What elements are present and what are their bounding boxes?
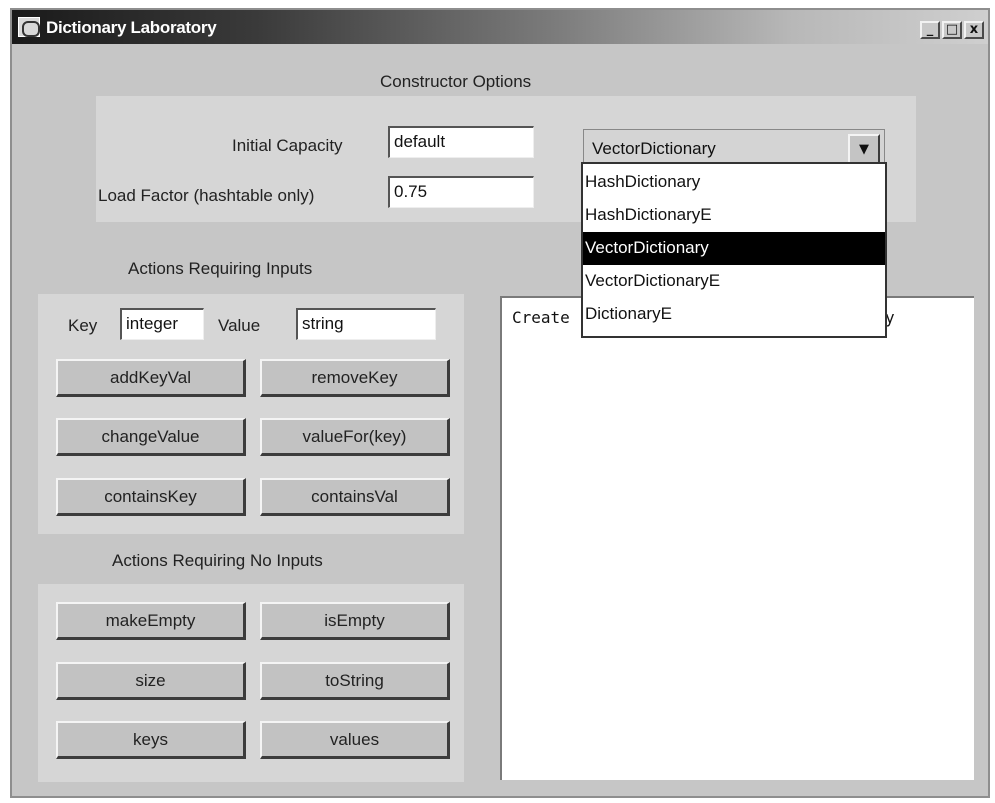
output-text-area[interactable]: Create y	[500, 296, 974, 780]
inputs-section-heading: Actions Requiring Inputs	[128, 259, 313, 278]
chevron-down-icon[interactable]: ▼	[848, 134, 880, 164]
contains-key-button[interactable]: containsKey	[56, 478, 246, 516]
values-button[interactable]: values	[260, 721, 450, 759]
java-cup-icon[interactable]	[18, 17, 40, 37]
value-label: Value	[218, 316, 261, 335]
dropdown-option-hash-dictionary-e[interactable]: HashDictionaryE	[583, 199, 885, 232]
dropdown-option-vector-dictionary-e[interactable]: VectorDictionaryE	[583, 265, 885, 298]
load-factor-field[interactable]: 0.75	[388, 176, 534, 208]
size-button[interactable]: size	[56, 662, 246, 700]
contains-val-button[interactable]: containsVal	[260, 478, 450, 516]
dropdown-option-dictionary-e[interactable]: DictionaryE	[583, 298, 885, 331]
key-field[interactable]: integer	[120, 308, 204, 340]
window-title: Dictionary Laboratory	[46, 18, 217, 37]
dropdown-option-hash-dictionary[interactable]: HashDictionary	[583, 166, 885, 199]
value-for-key-button[interactable]: valueFor(key)	[260, 418, 450, 456]
add-key-val-button[interactable]: addKeyVal	[56, 359, 246, 397]
dictionary-type-selected: VectorDictionary	[592, 139, 716, 158]
maximize-button[interactable]: □	[942, 21, 962, 39]
minimize-button[interactable]: _	[920, 21, 940, 39]
constructor-options-heading: Constructor Options	[380, 72, 532, 91]
keys-button[interactable]: keys	[56, 721, 246, 759]
to-string-button[interactable]: toString	[260, 662, 450, 700]
close-button[interactable]: x	[964, 21, 984, 39]
no-inputs-section-heading: Actions Requiring No Inputs	[112, 551, 323, 570]
output-text-start: Create	[512, 308, 570, 327]
value-field[interactable]: string	[296, 308, 436, 340]
dictionary-type-dropdown-list: HashDictionary HashDictionaryE VectorDic…	[581, 162, 887, 338]
dropdown-option-vector-dictionary[interactable]: VectorDictionary	[583, 232, 885, 265]
change-value-button[interactable]: changeValue	[56, 418, 246, 456]
remove-key-button[interactable]: removeKey	[260, 359, 450, 397]
is-empty-button[interactable]: isEmpty	[260, 602, 450, 640]
initial-capacity-field[interactable]: default	[388, 126, 534, 158]
title-bar[interactable]: Dictionary Laboratory _ □ x	[12, 10, 988, 44]
load-factor-label: Load Factor (hashtable only)	[98, 186, 315, 205]
key-label: Key	[68, 316, 98, 335]
initial-capacity-label: Initial Capacity	[232, 136, 343, 155]
main-window: Dictionary Laboratory _ □ x Constructor …	[10, 8, 990, 798]
make-empty-button[interactable]: makeEmpty	[56, 602, 246, 640]
